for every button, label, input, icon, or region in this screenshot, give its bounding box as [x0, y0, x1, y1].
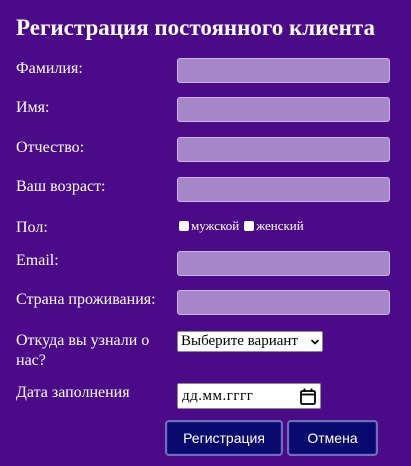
source-label-line1: Откуда вы узнали о — [16, 332, 150, 349]
date-label: Дата заполнения — [16, 384, 130, 401]
gender-option-male-label: мужской — [191, 218, 240, 233]
patronymic-label: Отчество: — [16, 139, 85, 156]
page-title: Регистрация постоянного клиента — [16, 15, 375, 40]
source-label: Откуда вы узнали о нас? — [16, 331, 149, 371]
cancel-button[interactable]: Отмена — [287, 420, 378, 456]
email-label: Email: — [16, 252, 59, 269]
email-input[interactable] — [177, 251, 390, 276]
age-label: Ваш возраст: — [16, 178, 106, 195]
date-placeholder: дд.мм.гггг — [182, 387, 254, 404]
patronymic-input[interactable] — [177, 137, 390, 162]
country-label: Страна проживания: — [16, 291, 156, 308]
source-select-value: Выберите вариант — [181, 333, 298, 349]
gender-options: мужской женский — [179, 217, 309, 235]
register-button[interactable]: Регистрация — [165, 420, 283, 456]
country-input[interactable] — [177, 290, 390, 315]
date-input[interactable]: дд.мм.гггг — [177, 383, 321, 409]
first-name-input[interactable] — [177, 97, 390, 122]
gender-option-female-label: женский — [256, 218, 304, 233]
gender-option-male[interactable]: мужской — [179, 218, 239, 234]
age-input[interactable] — [177, 177, 390, 202]
chevron-down-icon — [310, 338, 320, 345]
checkbox-icon[interactable] — [244, 221, 255, 231]
first-name-label: Имя: — [16, 99, 50, 116]
source-select[interactable]: Выберите вариант — [177, 331, 323, 352]
gender-option-female[interactable]: женский — [244, 218, 304, 234]
last-name-label: Фамилия: — [16, 60, 83, 77]
source-label-line2: нас? — [16, 352, 46, 369]
last-name-input[interactable] — [177, 58, 390, 83]
gender-label: Пол: — [16, 219, 48, 236]
calendar-icon[interactable] — [300, 388, 316, 405]
registration-page: Регистрация постоянного клиента Фамилия:… — [0, 0, 411, 466]
checkbox-icon[interactable] — [179, 221, 189, 231]
